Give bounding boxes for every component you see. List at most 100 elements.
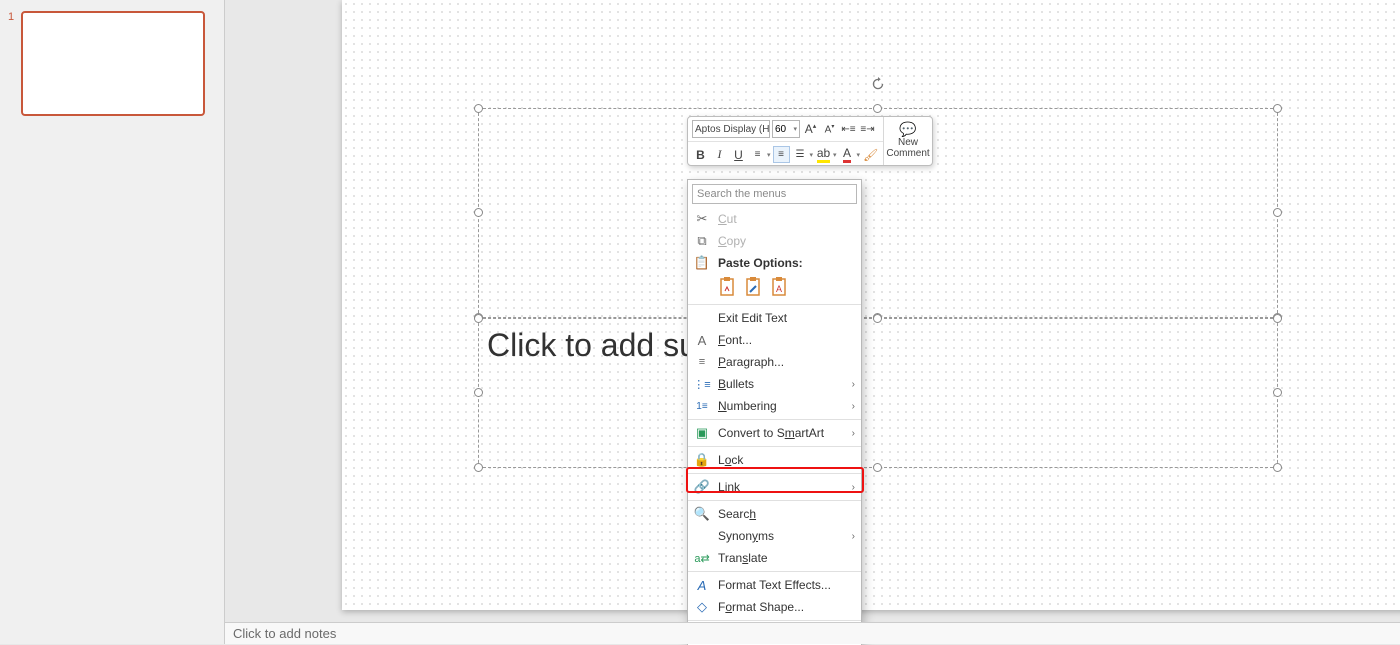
- rotate-handle-icon[interactable]: [871, 77, 885, 91]
- menu-format-shape[interactable]: ◇ Format Shape...: [688, 596, 861, 618]
- menu-format-text-effects[interactable]: A Format Text Effects...: [688, 574, 861, 596]
- chevron-down-icon[interactable]: ▾: [767, 151, 771, 159]
- menu-numbering[interactable]: 1≡ Numbering ›: [688, 395, 861, 417]
- resize-handle[interactable]: [474, 388, 483, 397]
- separator: [688, 473, 861, 474]
- resize-handle[interactable]: [474, 104, 483, 113]
- chevron-down-icon: ▾: [793, 125, 797, 133]
- menu-font[interactable]: A Font...: [688, 329, 861, 351]
- chevron-down-icon[interactable]: ▾: [810, 151, 814, 159]
- font-size-value: 60: [775, 124, 786, 135]
- blank-icon: [694, 310, 710, 326]
- menu-synonyms-label: Synonyms: [718, 529, 774, 543]
- font-name-combo[interactable]: Aptos Display (H▾: [692, 120, 770, 138]
- paste-keep-source-formatting[interactable]: [744, 276, 764, 298]
- menu-lock-label: Lock: [718, 453, 743, 467]
- menu-numbering-label: Numbering: [718, 399, 777, 413]
- increase-indent-icon: ≡⇥: [860, 124, 874, 135]
- menu-synonyms[interactable]: Synonyms ›: [688, 525, 861, 547]
- search-icon: 🔍: [694, 506, 710, 522]
- menu-copy[interactable]: ⧉ Copy: [688, 230, 861, 252]
- paste-use-destination-theme[interactable]: [718, 276, 738, 298]
- menu-smartart-label: Convert to SmartArt: [718, 426, 824, 440]
- font-color-icon: A: [843, 146, 851, 163]
- align-center-button[interactable]: ≡: [773, 146, 790, 163]
- resize-handle[interactable]: [474, 463, 483, 472]
- new-comment-icon: 💬: [899, 124, 916, 135]
- bold-button[interactable]: B: [692, 146, 709, 163]
- translate-icon: a⇄: [694, 550, 710, 566]
- menu-search[interactable]: 🔍 Search: [688, 503, 861, 525]
- notes-pane[interactable]: Click to add notes: [225, 622, 1400, 644]
- decrease-font-size-button[interactable]: A▾: [821, 121, 838, 138]
- menu-paste-options-label: Paste Options:: [718, 256, 803, 270]
- chevron-right-icon: ›: [852, 482, 855, 493]
- chevron-right-icon: ›: [852, 401, 855, 412]
- menu-translate-label: Translate: [718, 551, 768, 565]
- decrease-indent-icon: ⇤≡: [841, 124, 855, 135]
- font-color-button[interactable]: A: [839, 146, 856, 163]
- decrease-font-icon: A▾: [825, 123, 835, 135]
- bullets-button[interactable]: ☰: [792, 146, 809, 163]
- menu-search-input[interactable]: Search the menus: [692, 184, 857, 204]
- menu-exit-edit-text[interactable]: Exit Edit Text: [688, 307, 861, 329]
- resize-handle[interactable]: [873, 104, 882, 113]
- separator: [688, 620, 861, 621]
- numbering-icon: 1≡: [694, 398, 710, 414]
- slide-thumbnail-1[interactable]: [21, 11, 205, 116]
- menu-font-label: Font...: [718, 333, 752, 347]
- resize-handle[interactable]: [474, 314, 483, 323]
- smartart-icon: ▣: [694, 425, 710, 441]
- font-icon: A: [694, 332, 710, 348]
- menu-lock[interactable]: 🔒 Lock: [688, 449, 861, 471]
- menu-translate[interactable]: a⇄ Translate: [688, 547, 861, 569]
- menu-format-shape-label: Format Shape...: [718, 600, 804, 614]
- chevron-right-icon: ›: [852, 428, 855, 439]
- highlight-button[interactable]: ab: [815, 146, 832, 163]
- resize-handle[interactable]: [873, 314, 882, 323]
- bullets-icon: ☰: [796, 149, 805, 160]
- resize-handle[interactable]: [1273, 104, 1282, 113]
- chevron-right-icon: ›: [852, 379, 855, 390]
- resize-handle[interactable]: [474, 208, 483, 217]
- blank-icon: [694, 528, 710, 544]
- text-effects-icon: A: [694, 577, 710, 593]
- increase-font-size-button[interactable]: A▴: [802, 121, 819, 138]
- font-size-combo[interactable]: 60 ▾: [772, 120, 800, 138]
- format-painter-button[interactable]: 🖌: [862, 146, 879, 163]
- format-painter-icon: 🖌: [863, 148, 878, 162]
- menu-convert-smartart[interactable]: ▣ Convert to SmartArt ›: [688, 422, 861, 444]
- decrease-indent-button[interactable]: ⇤≡: [840, 121, 857, 138]
- italic-button[interactable]: I: [711, 146, 728, 163]
- slide[interactable]: Click to add subtitle: [342, 0, 1400, 610]
- paragraph-icon: ≡: [694, 354, 710, 370]
- menu-copy-label: Copy: [718, 234, 746, 248]
- mini-toolbar: Aptos Display (H▾ 60▾ A▴ A▾ ⇤≡ ≡⇥ B I U: [687, 116, 933, 166]
- new-comment-label-2: Comment: [886, 148, 929, 159]
- menu-link[interactable]: 🔗 Link ›: [688, 476, 861, 498]
- menu-cut-label: Cut: [718, 212, 737, 226]
- increase-indent-button[interactable]: ≡⇥: [859, 121, 876, 138]
- underline-button[interactable]: U: [730, 146, 747, 163]
- chevron-down-icon[interactable]: ▾: [833, 151, 837, 159]
- context-menu: Search the menus ✂ Cut ⧉ Copy 📋 Paste Op…: [687, 179, 862, 645]
- resize-handle[interactable]: [1273, 463, 1282, 472]
- menu-exit-edit-label: Exit Edit Text: [718, 311, 787, 325]
- resize-handle[interactable]: [873, 463, 882, 472]
- subtitle-placeholder[interactable]: Click to add subtitle: [478, 318, 1278, 468]
- slide-canvas-area: Click to add subtitle Aptos Display (H▾: [225, 0, 1400, 644]
- menu-paragraph[interactable]: ≡ Paragraph...: [688, 351, 861, 373]
- align-left-button[interactable]: ≡: [749, 146, 766, 163]
- increase-font-icon: A▴: [805, 122, 817, 136]
- chevron-right-icon: ›: [852, 531, 855, 542]
- menu-bullets[interactable]: ⋮≡ Bullets ›: [688, 373, 861, 395]
- separator: [688, 571, 861, 572]
- resize-handle[interactable]: [1273, 208, 1282, 217]
- paste-keep-text-only[interactable]: A: [770, 276, 790, 298]
- resize-handle[interactable]: [1273, 388, 1282, 397]
- chevron-down-icon[interactable]: ▾: [857, 151, 861, 159]
- resize-handle[interactable]: [1273, 314, 1282, 323]
- new-comment-button[interactable]: 💬 New Comment: [883, 117, 932, 165]
- menu-cut[interactable]: ✂ Cut: [688, 208, 861, 230]
- italic-icon: I: [718, 147, 722, 162]
